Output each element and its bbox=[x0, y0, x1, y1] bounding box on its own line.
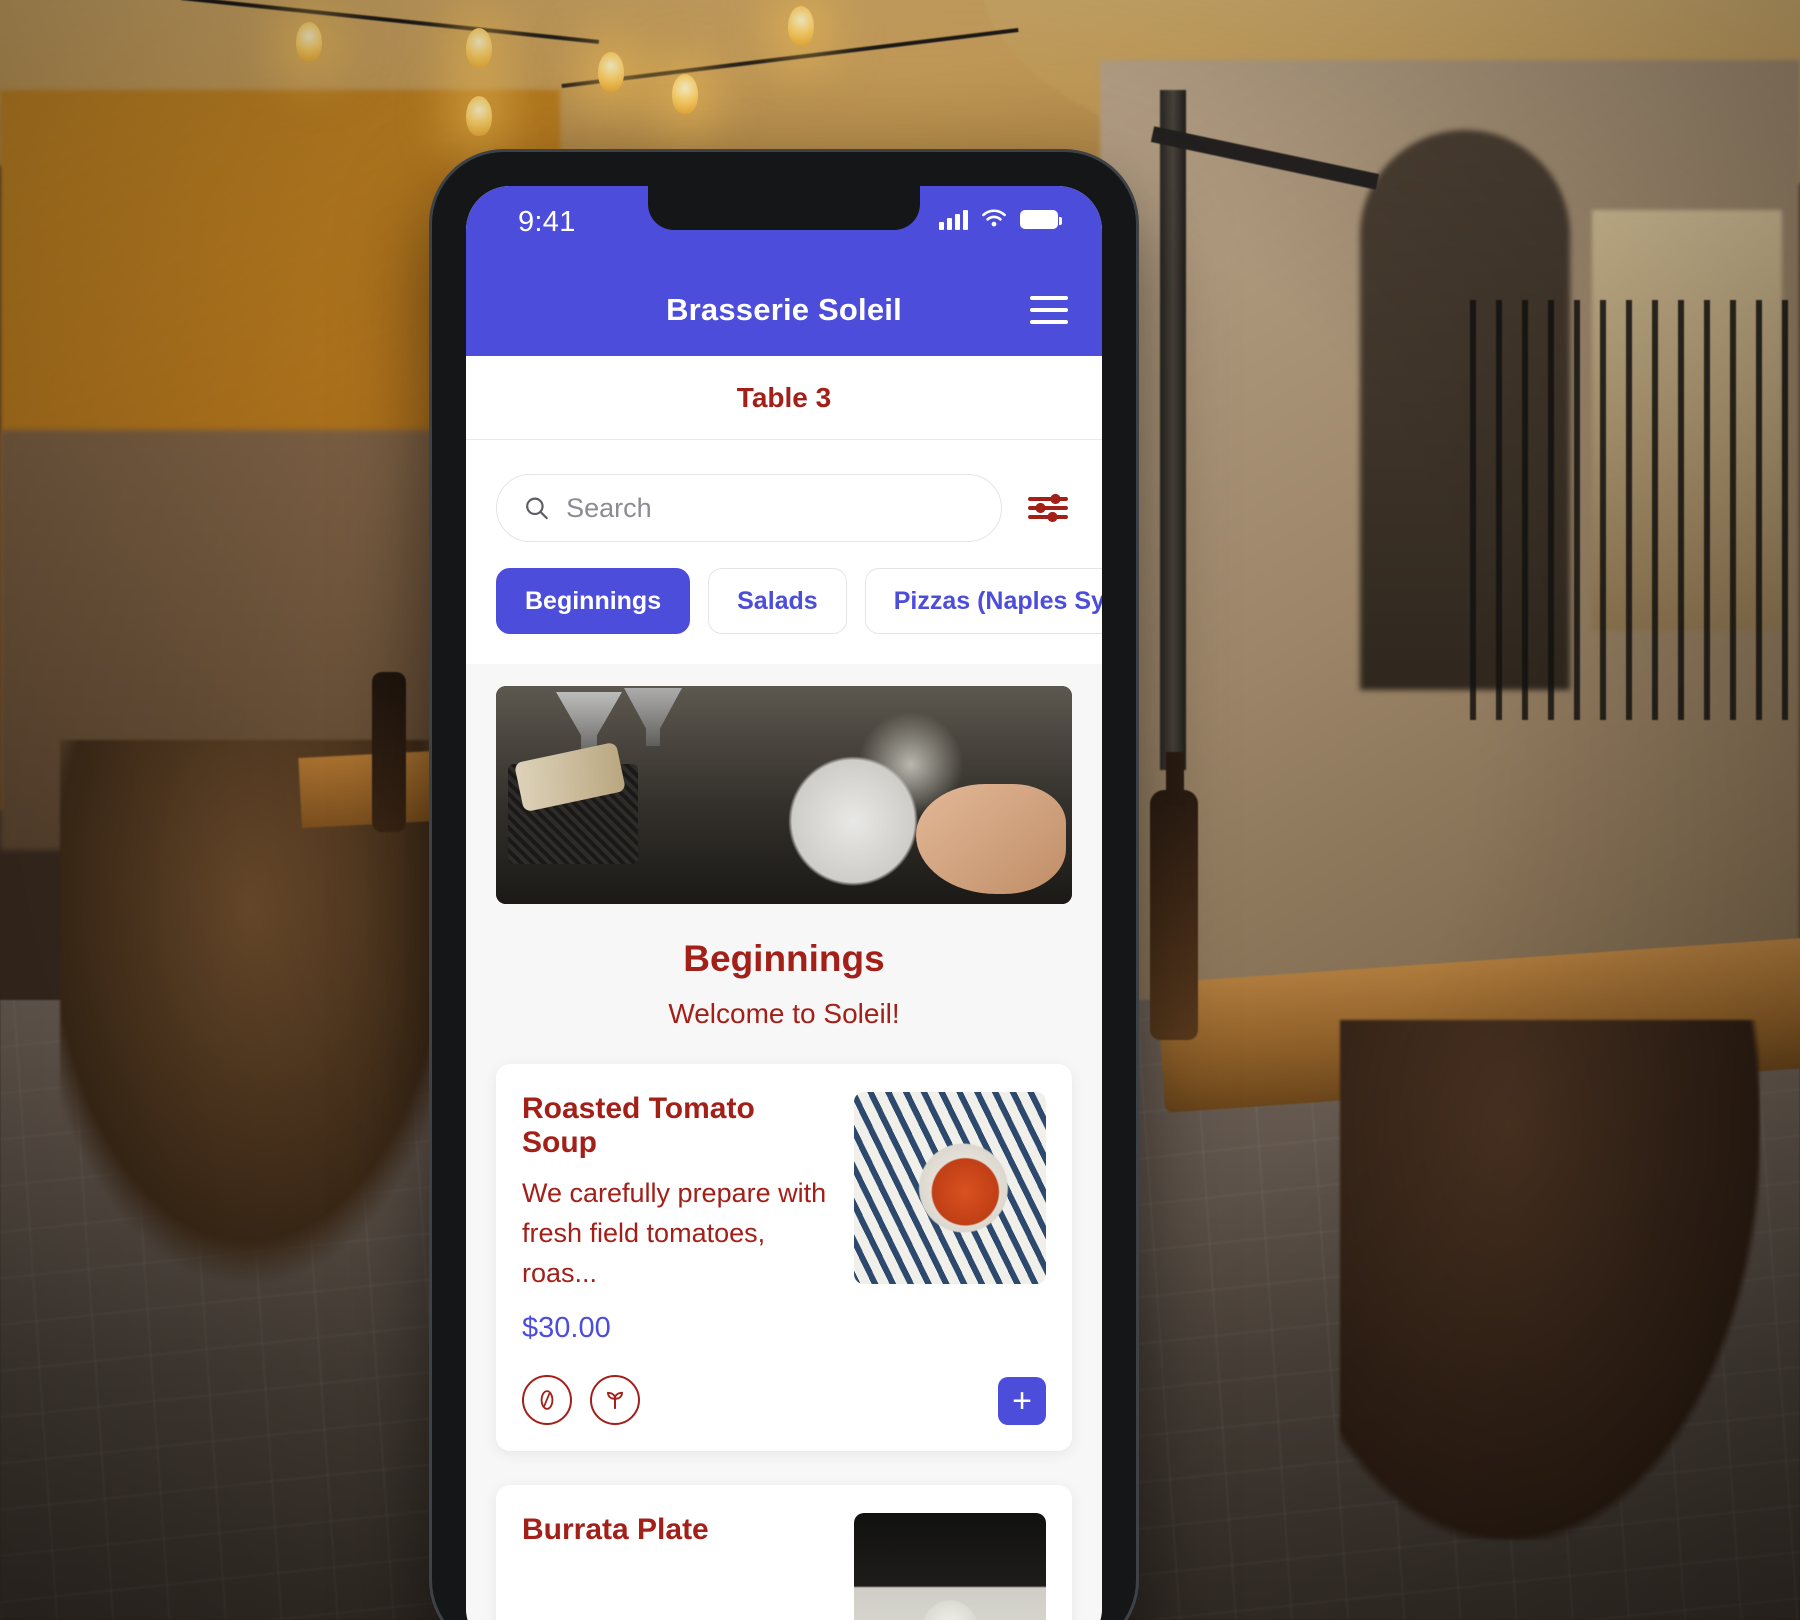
tab-beginnings[interactable]: Beginnings bbox=[496, 568, 691, 634]
search-icon bbox=[526, 497, 548, 520]
phone-screen: 9:41 Brasserie Soleil Table 3 Search Beg… bbox=[466, 186, 1102, 1620]
cellular-signal-icon bbox=[939, 208, 968, 230]
phone-mockup: 9:41 Brasserie Soleil Table 3 Search Beg… bbox=[432, 152, 1136, 1620]
menu-content: Beginnings Welcome to Soleil! Roasted To… bbox=[466, 664, 1102, 1620]
app-bar: Brasserie Soleil bbox=[466, 264, 1102, 356]
search-row bbox=[466, 440, 1102, 568]
page-title: Brasserie Soleil bbox=[666, 292, 902, 327]
tab-pizzas[interactable]: Pizzas (Naples Syle) bbox=[864, 568, 1102, 634]
gluten-free-icon bbox=[522, 1374, 572, 1425]
section-subtitle: Welcome to Soleil! bbox=[668, 998, 900, 1029]
table-strip: Table 3 bbox=[466, 356, 1102, 440]
vegan-leaf-icon bbox=[590, 1374, 640, 1425]
menu-item-description: We carefully prepare with fresh field to… bbox=[522, 1178, 827, 1288]
wifi-icon bbox=[982, 209, 1006, 227]
battery-icon bbox=[1020, 209, 1062, 229]
menu-item-thumbnail bbox=[854, 1092, 1046, 1284]
section-hero-image bbox=[496, 686, 1072, 904]
dietary-badges bbox=[522, 1374, 1046, 1425]
search-input[interactable] bbox=[566, 492, 975, 524]
tab-salads[interactable]: Salads bbox=[708, 568, 847, 634]
hamburger-menu-icon[interactable] bbox=[1030, 296, 1068, 324]
add-to-order-button[interactable]: + bbox=[998, 1376, 1046, 1425]
menu-item-name: Roasted Tomato Soup bbox=[522, 1092, 755, 1159]
menu-item-price: $30.00 bbox=[522, 1311, 611, 1344]
screenshot-scene: 9:41 Brasserie Soleil Table 3 Search Beg… bbox=[0, 0, 1800, 1620]
sliders-filter-icon[interactable] bbox=[1024, 484, 1072, 532]
section-title: Beginnings bbox=[683, 938, 885, 979]
menu-item-card[interactable]: Burrata Plate bbox=[496, 1484, 1072, 1620]
table-label: Table 3 bbox=[736, 381, 832, 413]
status-icons bbox=[939, 208, 1062, 230]
menu-item-card[interactable]: Roasted Tomato Soup We carefully prepare… bbox=[496, 1064, 1072, 1451]
phone-notch bbox=[648, 186, 920, 230]
menu-item-thumbnail bbox=[854, 1512, 1046, 1620]
menu-item-name: Burrata Plate bbox=[522, 1512, 709, 1546]
search-box[interactable] bbox=[496, 474, 1002, 542]
category-tabs: Beginnings Salads Pizzas (Naples Syle) bbox=[466, 568, 1102, 664]
status-time: 9:41 bbox=[518, 206, 576, 238]
